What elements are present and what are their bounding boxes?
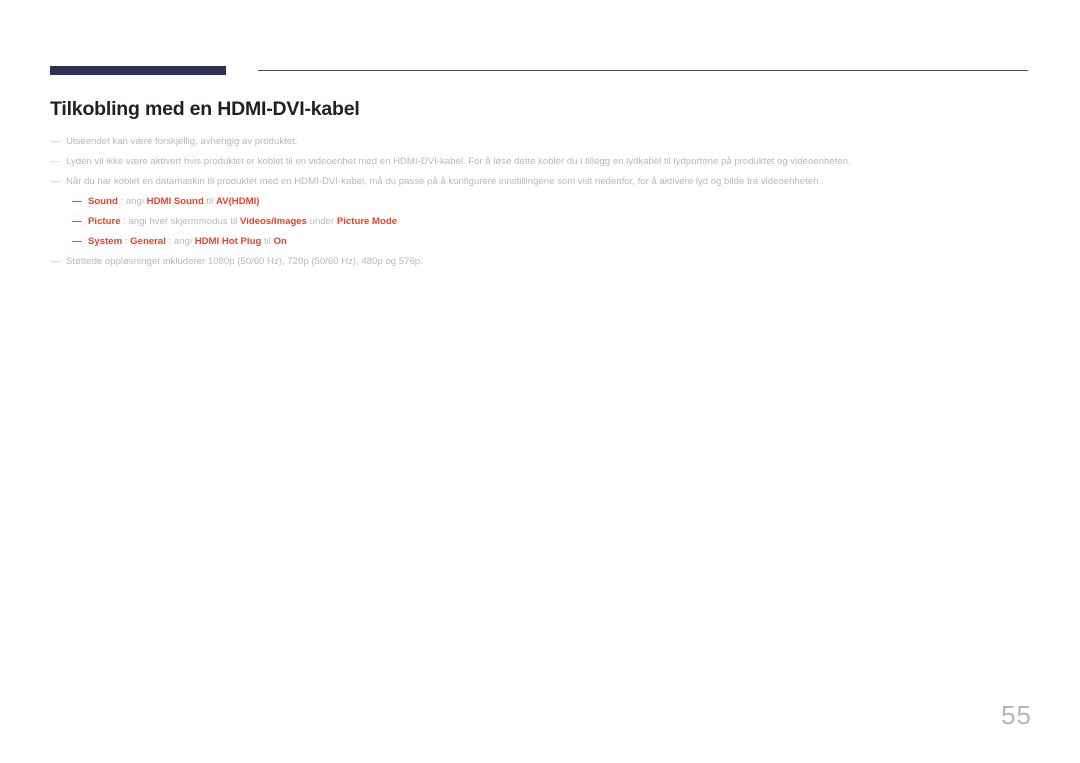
setting-verb: angi hver skjermmodus til (128, 216, 240, 227)
setting-verb: angi (125, 196, 147, 207)
page-number: 55 (1001, 700, 1032, 730)
setting-value: On (273, 236, 287, 247)
note-supported-resolutions: — Støttede oppløsninger inkluderer 1080p… (50, 252, 1035, 272)
setting-menu-label: Picture (88, 216, 121, 227)
notes-list: — Utseendet kan være forskjellig, avheng… (50, 132, 1035, 272)
note-dash: — (50, 156, 60, 167)
setting-item: HDMI Hot Plug (194, 236, 262, 247)
note-dash: — (50, 176, 60, 187)
setting-connector: til (261, 236, 274, 247)
setting-submenu-label: General (130, 236, 166, 247)
note-appearance: — Utseendet kan være forskjellig, avheng… (50, 132, 1035, 152)
header-rule (258, 70, 1028, 71)
setting-system: — System : General : angi HDMI Hot Plug … (50, 232, 1035, 252)
note-dash: — (50, 136, 60, 147)
note-dash: — (72, 236, 82, 247)
setting-menu-label: System (88, 236, 123, 247)
connection-diagrams: DVI / MAGICINFO IN (0, 276, 1080, 546)
setting-separator: : (122, 236, 131, 247)
setting-item: Videos/Images (239, 216, 307, 227)
setting-separator: : (117, 196, 126, 207)
setting-menu-label: Sound (88, 196, 118, 207)
note-dash: — (50, 256, 60, 267)
setting-value: Picture Mode (336, 216, 398, 227)
note-dash: — (72, 216, 82, 227)
setting-value: AV(HDMI) (215, 196, 260, 207)
note-text: Lyden vil ikke være aktivert hvis produk… (66, 156, 851, 167)
header-accent-bar (50, 66, 226, 75)
setting-connector: under (306, 216, 337, 227)
setting-separator: : (120, 216, 129, 227)
note-text: Utseendet kan være forskjellig, avhengig… (66, 136, 298, 147)
note-sound-not-enabled: — Lyden vil ikke være aktivert hvis prod… (50, 152, 1035, 172)
setting-separator-2: : (165, 236, 174, 247)
note-dash: — (72, 196, 82, 207)
setting-verb: angi (173, 236, 195, 247)
page-title: Tilkobling med en HDMI-DVI-kabel (50, 98, 360, 120)
note-text: Støttede oppløsninger inkluderer 1080p (… (66, 256, 423, 267)
manual-page: Tilkobling med en HDMI-DVI-kabel — Utsee… (0, 0, 1080, 763)
setting-connector: til (203, 196, 216, 207)
setting-picture: — Picture : angi hver skjermmodus til Vi… (50, 212, 1035, 232)
note-computer-connection: — Når du har koblet en datamaskin til pr… (50, 172, 1035, 192)
setting-item: HDMI Sound (146, 196, 204, 207)
setting-sound: — Sound : angi HDMI Sound til AV(HDMI) (50, 192, 1035, 212)
note-text: Når du har koblet en datamaskin til prod… (66, 176, 822, 187)
